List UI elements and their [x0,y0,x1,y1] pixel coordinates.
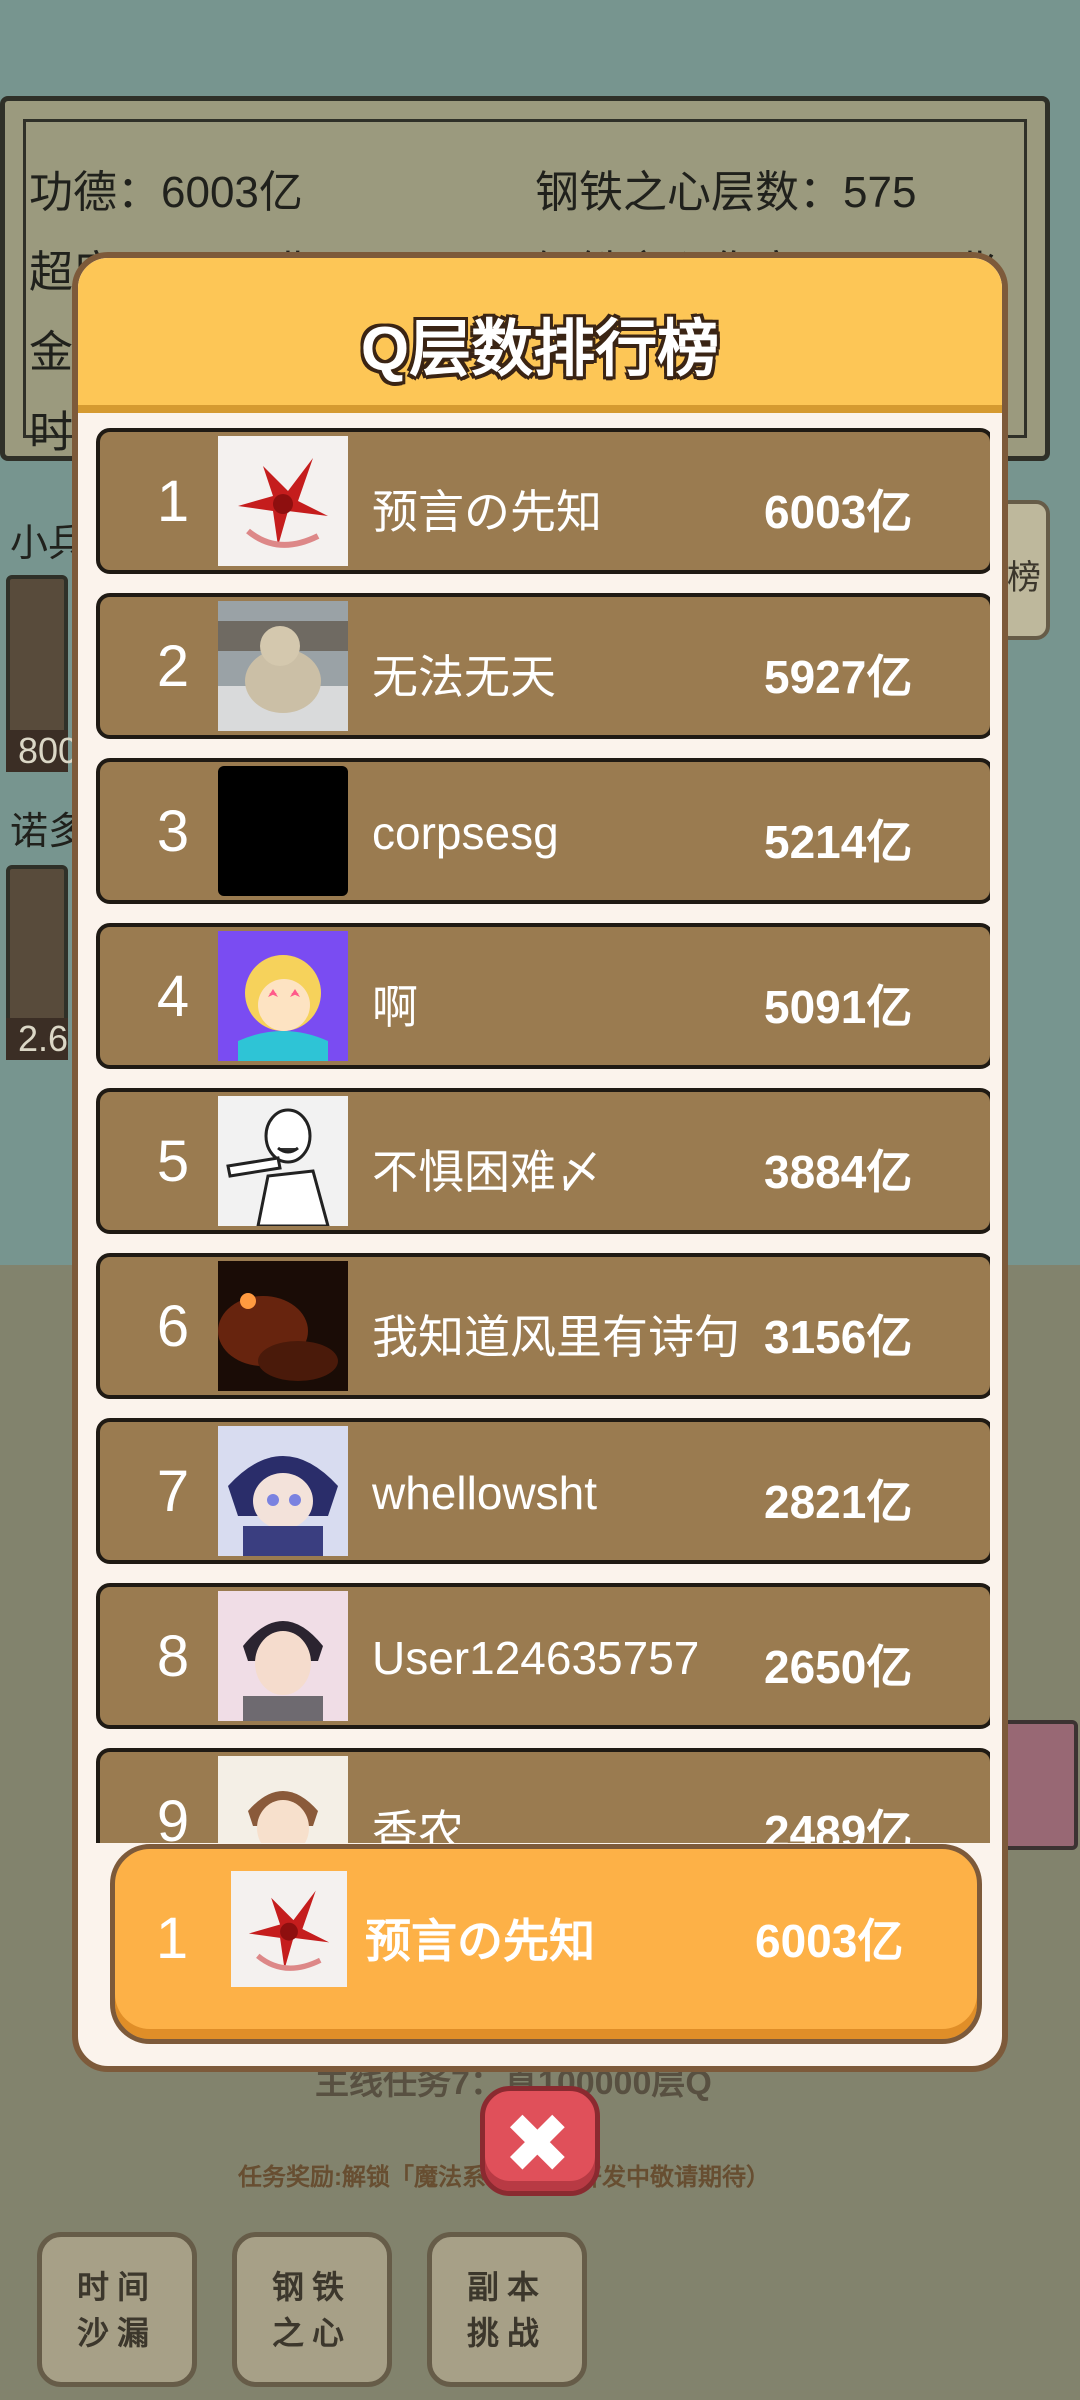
leaderboard-row[interactable]: 5 不惧困难〆 3884亿 [96,1088,990,1234]
black-avatar [218,766,348,896]
player-score: 2650亿 [764,1641,913,1693]
rank-number: 4 [156,964,190,1029]
player-score: 5091亿 [764,981,913,1033]
player-name: 啊 [372,981,418,1033]
player-score: 2821亿 [764,1476,913,1528]
rank-number: 9 [156,1789,190,1843]
my-rank-number: 1 [155,1906,189,1971]
rank-number: 5 [156,1129,190,1194]
player-name: 我知道风里有诗句 [372,1311,740,1363]
rank-number: 7 [156,1459,190,1524]
night-street-avatar [218,1261,348,1391]
anime-man-avatar [218,1591,348,1721]
rank-number: 8 [156,1624,190,1689]
leaderboard-header: Q层数排行榜 [78,258,1002,413]
my-player-score: 6003亿 [755,1915,904,1967]
leaderboard-row[interactable]: 7 whellowsht 2821亿 [96,1418,990,1564]
rank-number: 6 [156,1294,190,1359]
leaderboard-row[interactable]: 9 香农 2489亿 [96,1748,990,1843]
leaderboard-row[interactable]: 4 啊 5091亿 [96,923,990,1069]
my-player-name: 预言の先知 [365,1915,595,1967]
leaderboard-row[interactable]: 6 我知道风里有诗句 3156亿 [96,1253,990,1399]
rank-number: 1 [156,469,190,534]
leaderboard-row[interactable]: 2 无法无天 5927亿 [96,593,990,739]
close-button[interactable]: ✖ [480,2086,600,2196]
player-score: 5927亿 [764,651,913,703]
player-name: 预言の先知 [372,486,602,538]
player-score: 5214亿 [764,816,913,868]
rank-number: 3 [156,799,190,864]
cartoon-girl-avatar [218,931,348,1061]
leaderboard-modal: Q层数排行榜 1 预言の先知 6003亿 2 无法无天 5927亿 3 corp… [72,252,1008,2072]
player-score: 3156亿 [764,1311,913,1363]
anime-boy-avatar [218,1426,348,1556]
leaderboard-row[interactable]: 8 User124635757 2650亿 [96,1583,990,1729]
red-flower-avatar [218,436,348,566]
player-name: 香农 [372,1806,464,1843]
rank-number: 2 [156,634,190,699]
leaderboard-list[interactable]: 1 预言の先知 6003亿 2 无法无天 5927亿 3 corpsesg 52… [90,428,990,1843]
player-score: 2489亿 [764,1806,913,1843]
leaderboard-row[interactable]: 3 corpsesg 5214亿 [96,758,990,904]
player-name: User124635757 [372,1632,700,1684]
player-score: 6003亿 [764,486,913,538]
leaderboard-row[interactable]: 1 预言の先知 6003亿 [96,428,990,574]
my-rank-row[interactable]: 1 预言の先知 6003亿 [110,1844,982,2044]
player-name: 无法无天 [372,651,556,703]
player-name: corpsesg [372,807,559,859]
player-name: 不惧困难〆 [372,1146,602,1198]
player-score: 3884亿 [764,1146,913,1198]
leaderboard-title: Q层数排行榜 [360,315,720,384]
player-name: whellowsht [372,1467,597,1519]
anime-portrait-avatar [218,1756,348,1843]
close-icon: ✖ [503,2099,572,2190]
sketch-hero-avatar [218,1096,348,1226]
red-flower-avatar [231,1871,347,1987]
snow-dog-avatar [218,601,348,731]
